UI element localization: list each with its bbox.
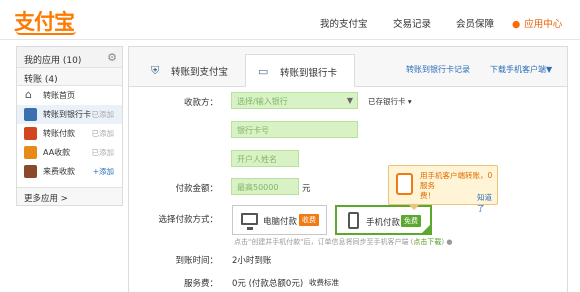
sidebar-item-transfer-home[interactable]: ⌂ 转账首页 xyxy=(17,86,122,105)
amount-label: 付款金额： xyxy=(175,184,218,194)
sidebar-item-label: AA收款 xyxy=(43,148,71,157)
bank-select[interactable]: 选择/输入银行 ▼ xyxy=(231,92,358,109)
tab-transfer-to-card[interactable]: ▭ 转账到银行卡 xyxy=(245,54,355,87)
pc-pay-label: 电脑付款 xyxy=(263,217,298,227)
arrival-value: 2小时到账 xyxy=(232,256,272,266)
card-transfer-records-link[interactable]: 转账到银行卡记录 xyxy=(406,64,470,75)
added-status: 已添加 xyxy=(91,148,115,157)
mobile-pay-label: 手机付款 xyxy=(366,218,401,228)
shield-icon: ⛨ xyxy=(151,64,160,77)
my-apps-title: 我的应用 (10) xyxy=(24,56,82,66)
my-apps-header: 我的应用 (10) ⚙ xyxy=(17,47,122,68)
alipay-logo[interactable]: 支付宝 xyxy=(14,6,76,36)
arrival-label: 到账时间： xyxy=(175,256,218,266)
bank-select-placeholder: 选择/输入银行 xyxy=(237,97,288,106)
card-icon: ▭ xyxy=(258,65,269,78)
hint-text: 点击"创建并手机付款"后，订单信息将同步至手机客户端 ( xyxy=(234,238,414,246)
sidebar-item-label: 转账首页 xyxy=(43,91,75,100)
sidebar-item-label: 来费收款 xyxy=(43,167,75,176)
tab-transfer-to-alipay[interactable]: ⛨ 转账到支付宝 xyxy=(135,54,243,87)
mobile-phone-icon xyxy=(348,212,359,229)
transfer-pay-icon xyxy=(24,127,37,140)
pay-method-label: 选择付款方式： xyxy=(158,215,218,225)
added-status: 已添加 xyxy=(91,110,115,119)
nav-app-center[interactable]: ● 应用中心 xyxy=(512,16,562,30)
sidebar-item-label: 转账付款 xyxy=(43,129,75,138)
tooltip-dismiss-link[interactable]: 知道了 xyxy=(477,192,497,214)
chevron-down-icon: ▼ xyxy=(346,96,353,105)
currency-unit: 元 xyxy=(302,184,311,194)
saved-cards-link[interactable]: 已存银行卡 ▾ xyxy=(368,96,412,107)
nav-my-alipay[interactable]: 我的支付宝 xyxy=(320,16,368,30)
tab-label: 转账到银行卡 xyxy=(280,68,338,79)
transfer-section-header[interactable]: 转账 (4) xyxy=(17,68,122,86)
tab-label: 转账到支付宝 xyxy=(171,67,229,78)
sidebar-item-aa[interactable]: AA收款 已添加 xyxy=(17,143,122,162)
free-badge: 免费 xyxy=(401,215,421,227)
fee-standard-link[interactable]: 收费标准 xyxy=(309,277,339,288)
add-app-link[interactable]: +添加 xyxy=(93,166,114,177)
amount-input[interactable]: 最高50000 xyxy=(231,178,299,195)
computer-icon xyxy=(241,213,258,230)
download-client-link[interactable]: 下载手机客户端▼ xyxy=(490,64,552,75)
mobile-promo-tooltip: 用手机客户端转账，0服务 费！ 知道了 xyxy=(388,165,498,213)
pc-pay-option[interactable]: 电脑付款 收费 xyxy=(232,205,327,235)
pay-hint: 点击"创建并手机付款"后，订单信息将同步至手机客户端 (点击下载) ● xyxy=(234,237,452,247)
sidebar-item-transfer-pay[interactable]: 转账付款 已添加 xyxy=(17,124,122,143)
selected-check-icon xyxy=(421,224,431,234)
fee-value: 0元 (付款总额0元) xyxy=(232,279,304,289)
more-apps-link[interactable]: 更多应用 > xyxy=(17,187,122,205)
card-number-input[interactable]: 银行卡号 xyxy=(231,121,358,138)
tooltip-arrow xyxy=(409,205,419,210)
logo-swoosh xyxy=(16,31,76,35)
recipient-label: 收款方： xyxy=(183,98,218,108)
active-dot-icon: ● xyxy=(512,19,521,30)
account-name-input[interactable]: 开户人姓名 xyxy=(231,150,299,167)
hint-end: ) ● xyxy=(441,238,453,246)
nav-app-center-label: 应用中心 xyxy=(524,19,563,30)
aa-collect-icon xyxy=(24,146,37,159)
phone-promo-icon xyxy=(396,173,413,195)
download-link[interactable]: 点击下载 xyxy=(413,238,441,246)
fee-collect-icon xyxy=(24,165,37,178)
sidebar-item-label: 转账到银行卡 xyxy=(43,110,91,119)
sidebar-item-transfer-to-card[interactable]: 转账到银行卡 已添加 xyxy=(17,105,122,124)
top-bar: 支付宝 我的支付宝 交易记录 会员保障 ● 应用中心 xyxy=(0,0,580,40)
tooltip-line2: 费！ xyxy=(420,191,435,200)
home-icon: ⌂ xyxy=(25,88,38,101)
tab-bar: ⛨ 转账到支付宝 ▭ 转账到银行卡 转账到银行卡记录 下载手机客户端▼ xyxy=(129,47,567,87)
fee-label: 服务费： xyxy=(183,279,218,289)
nav-member-protection[interactable]: 会员保障 xyxy=(456,16,494,30)
sidebar-item-fee-collect[interactable]: 来费收款 +添加 xyxy=(17,162,122,181)
nav-transactions[interactable]: 交易记录 xyxy=(393,16,431,30)
left-sidebar: 我的应用 (10) ⚙ 转账 (4) ⌂ 转账首页 转账到银行卡 已添加 转账付… xyxy=(16,46,123,206)
added-status: 已添加 xyxy=(91,129,115,138)
tooltip-line1: 用手机客户端转账，0服务 xyxy=(420,171,493,190)
fee-badge: 收费 xyxy=(299,214,319,226)
bank-card-icon xyxy=(24,108,37,121)
gear-icon[interactable]: ⚙ xyxy=(107,51,117,64)
